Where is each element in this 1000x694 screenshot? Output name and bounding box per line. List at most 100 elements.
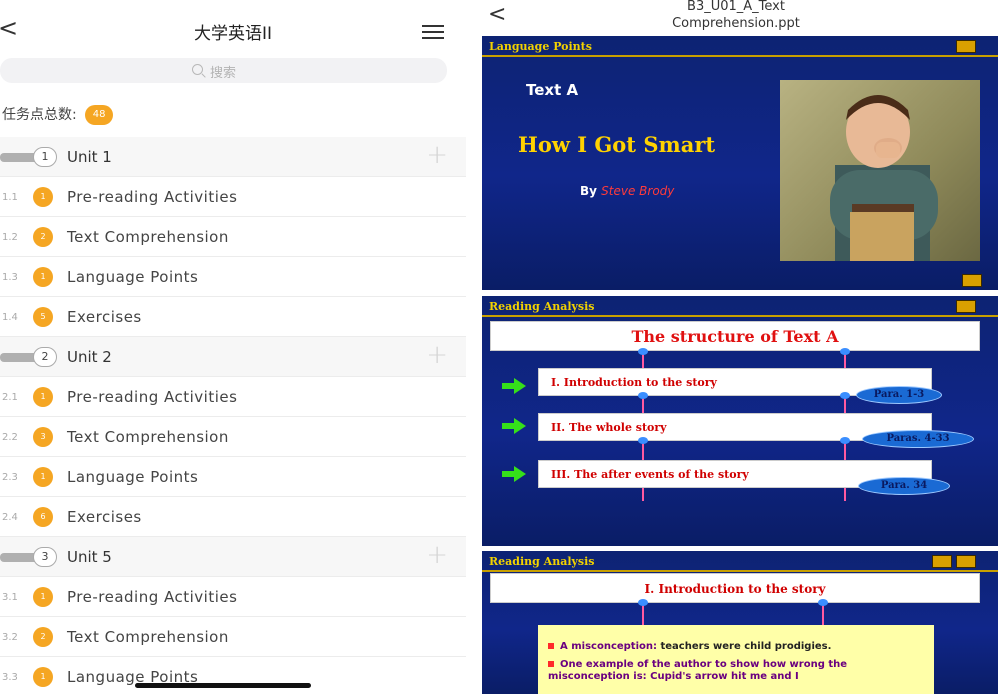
page-title: 大学英语II xyxy=(193,24,273,44)
intro-box: I. Introduction to the story xyxy=(490,573,980,603)
task-badge: 1 xyxy=(33,387,53,407)
home-indicator[interactable] xyxy=(135,683,311,688)
task-count: 任务点总数: 48 xyxy=(2,104,114,125)
task-badge: 6 xyxy=(33,507,53,527)
connector-line xyxy=(822,603,824,627)
connector-dot xyxy=(840,348,850,355)
chapter-number: 1.3 xyxy=(2,272,18,283)
add-icon[interactable]: + xyxy=(426,342,448,368)
connector-dot xyxy=(818,599,828,606)
chapter-number: 1.4 xyxy=(2,312,18,323)
chapter-label: Text Comprehension xyxy=(67,428,229,446)
add-icon[interactable]: + xyxy=(426,542,448,568)
unit-toggle[interactable]: 1 xyxy=(0,147,58,167)
course-pane: < 大学英语II 搜索 任务点总数: 48 1 Unit 1 + 1.1 1 P… xyxy=(0,0,466,694)
menu-icon[interactable] xyxy=(422,25,444,43)
ppt-viewer: < B3_U01_A_Text Comprehension.ppt Langua… xyxy=(466,0,1000,694)
document-title: B3_U01_A_Text Comprehension.ppt xyxy=(586,0,886,32)
chapter-label: Pre-reading Activities xyxy=(67,188,238,206)
slide-header: Reading Analysis xyxy=(482,296,998,318)
chapter-number: 3.1 xyxy=(2,592,18,603)
home-icon[interactable] xyxy=(956,40,976,53)
boy-illustration xyxy=(830,95,938,261)
chapter-row[interactable]: 2.2 3 Text Comprehension xyxy=(0,417,466,457)
header-divider xyxy=(482,55,998,57)
chapter-number: 2.1 xyxy=(2,392,18,403)
task-count-label: 任务点总数: xyxy=(2,107,77,123)
connector-dot xyxy=(840,437,850,444)
task-badge: 2 xyxy=(33,627,53,647)
slide-title: How I Got Smart xyxy=(518,132,716,157)
bullet-item: One example of the author to show how wr… xyxy=(548,659,848,682)
connector-dot xyxy=(638,348,648,355)
task-badge: 1 xyxy=(33,667,53,687)
task-badge: 3 xyxy=(33,427,53,447)
task-badge: 1 xyxy=(33,587,53,607)
unit-label: Unit 2 xyxy=(67,348,112,366)
back-icon[interactable]: < xyxy=(488,2,506,27)
bullet-icon xyxy=(548,643,554,649)
chapter-row[interactable]: 1.3 1 Language Points xyxy=(0,257,466,297)
home-icon[interactable] xyxy=(956,300,976,313)
unit-toggle[interactable]: 3 xyxy=(0,547,58,567)
chapter-number: 3.3 xyxy=(2,672,18,683)
connector-dot xyxy=(638,392,648,399)
unit-number: 2 xyxy=(33,347,57,367)
chapter-row[interactable]: 2.3 1 Language Points xyxy=(0,457,466,497)
chapter-row[interactable]: 1.4 5 Exercises xyxy=(0,297,466,337)
chapter-row[interactable]: 1.1 1 Pre-reading Activities xyxy=(0,177,466,217)
chapter-label: Exercises xyxy=(67,508,142,526)
byline: By Steve Brody xyxy=(580,184,674,198)
search-placeholder: 搜索 xyxy=(210,66,237,81)
slide-3[interactable]: Reading Analysis I. Introduction to the … xyxy=(482,551,998,694)
author-name: Steve Brody xyxy=(601,184,675,198)
byline-prefix: By xyxy=(580,184,597,198)
document-title-line1: B3_U01_A_Text xyxy=(687,0,785,14)
chapter-number: 2.2 xyxy=(2,432,18,443)
document-title-line2: Comprehension.ppt xyxy=(672,16,800,31)
chapter-label: Language Points xyxy=(67,268,199,286)
chapter-row[interactable]: 2.4 6 Exercises xyxy=(0,497,466,537)
next-slide-icon[interactable] xyxy=(962,274,982,287)
add-icon[interactable]: + xyxy=(426,142,448,168)
bullet-icon xyxy=(548,661,554,667)
header-divider xyxy=(482,570,998,572)
slide-2[interactable]: Reading Analysis The structure of Text A… xyxy=(482,296,998,546)
chapter-label: Pre-reading Activities xyxy=(67,588,238,606)
unit-row[interactable]: 3 Unit 5 + xyxy=(0,537,466,577)
slide-header-title: Reading Analysis xyxy=(489,300,595,313)
chapter-label: Exercises xyxy=(67,308,142,326)
header: < 大学英语II xyxy=(0,0,466,58)
green-arrow-icon xyxy=(502,466,526,482)
prev-icon[interactable] xyxy=(932,555,952,568)
chapter-label: Text Comprehension xyxy=(67,628,229,646)
chapter-number: 2.3 xyxy=(2,472,18,483)
search-icon xyxy=(192,64,203,75)
unit-label: Unit 5 xyxy=(67,548,112,566)
slide-header-title: Language Points xyxy=(489,40,592,53)
home-icon[interactable] xyxy=(956,555,976,568)
chapter-row[interactable]: 3.2 2 Text Comprehension xyxy=(0,617,466,657)
structure-title: The structure of Text A xyxy=(490,321,980,351)
slide-header: Reading Analysis xyxy=(482,551,998,573)
connector-line xyxy=(642,603,644,627)
chapter-label: Pre-reading Activities xyxy=(67,388,238,406)
chapter-label: Text Comprehension xyxy=(67,228,229,246)
slide-1[interactable]: Language Points Text A How I Got Smart B… xyxy=(482,36,998,290)
header-divider xyxy=(482,315,998,317)
task-badge: 5 xyxy=(33,307,53,327)
chapter-number: 1.1 xyxy=(2,192,18,203)
slide-header: Language Points xyxy=(482,36,998,58)
para-badge: Para. 34 xyxy=(858,477,950,495)
chapter-label: Language Points xyxy=(67,468,199,486)
chapter-row[interactable]: 2.1 1 Pre-reading Activities xyxy=(0,377,466,417)
chapter-row[interactable]: 1.2 2 Text Comprehension xyxy=(0,217,466,257)
unit-row[interactable]: 2 Unit 2 + xyxy=(0,337,466,377)
slide-header-title: Reading Analysis xyxy=(489,555,595,568)
unit-toggle[interactable]: 2 xyxy=(0,347,58,367)
search-input[interactable]: 搜索 xyxy=(0,58,447,83)
chapter-number: 1.2 xyxy=(2,232,18,243)
chapter-row[interactable]: 3.1 1 Pre-reading Activities xyxy=(0,577,466,617)
chapter-row[interactable]: 3.3 1 Language Points xyxy=(0,657,466,694)
unit-row[interactable]: 1 Unit 1 + xyxy=(0,137,466,177)
